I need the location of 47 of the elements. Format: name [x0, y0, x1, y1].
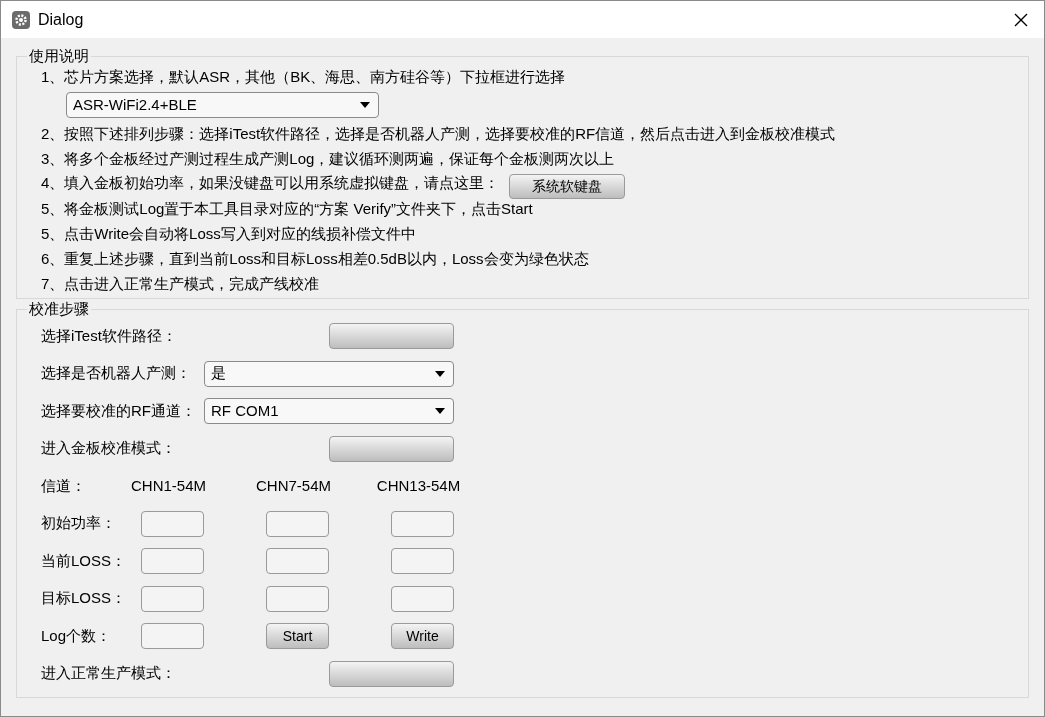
virtual-keyboard-button[interactable]: 系统软键盘 — [509, 174, 626, 199]
dropdown-arrow-icon — [435, 408, 445, 414]
group-title: 使用说明 — [28, 48, 90, 64]
input-field[interactable] — [141, 548, 204, 574]
close-icon[interactable] — [1014, 12, 1028, 27]
field-label: 选择是否机器人产测： — [41, 363, 192, 384]
instruction-text: 5、点击Write会自动将Loss写入到对应的线损补偿文件中 — [41, 224, 417, 244]
dropdown-arrow-icon — [360, 102, 370, 108]
input-field[interactable] — [266, 585, 329, 612]
input-field[interactable] — [266, 510, 329, 537]
input-field[interactable] — [141, 623, 204, 649]
instruction-text: 3、将多个金板经过产测过程生成产测Log，建议循环测两遍，保证每个金板测两次以上 — [41, 149, 616, 169]
field-label: 进入金板校准模式： — [41, 438, 177, 459]
action-button[interactable] — [329, 660, 454, 687]
input-field[interactable] — [141, 585, 204, 612]
instruction-text: 4、填入金板初始功率，如果没键盘可以用系统虚拟键盘，请点这里： — [41, 173, 500, 194]
gear-icon — [12, 10, 30, 29]
input-field[interactable] — [391, 585, 454, 612]
dropdown-arrow-icon — [435, 370, 445, 377]
write-button[interactable]: Write — [391, 623, 454, 649]
instruction-text: 1、芯片方案选择，默认ASR，其他（BK、海思、南方硅谷等）下拉框进行选择 — [41, 67, 567, 87]
instruction-text: 7、点击进入正常生产模式，完成产线校准 — [41, 274, 321, 294]
field-label: 进入正常生产模式： — [41, 663, 177, 684]
dropdown[interactable]: ASR-WiFi2.4+BLE — [66, 92, 379, 118]
input-field[interactable] — [391, 548, 454, 574]
input-field[interactable] — [391, 510, 454, 537]
dropdown[interactable]: 是 — [204, 360, 454, 387]
dropdown[interactable]: RF COM1 — [204, 398, 454, 424]
field-label: 选择iTest软件路径： — [41, 325, 178, 346]
channel-header: CHN7-54M — [256, 475, 331, 496]
instruction-text: 6、重复上述步骤，直到当前Loss和目标Loss相差0.5dB以内，Loss会变为绿色状态 — [41, 249, 590, 269]
instruction-text: 5、将金板测试Log置于本工具目录对应的“方案 Verify”文件夹下，点击Start — [41, 199, 534, 219]
window-title: Dialog — [38, 9, 84, 30]
group-title: 校准步骤 — [28, 301, 90, 317]
action-button[interactable] — [329, 323, 454, 349]
start-button[interactable]: Start — [266, 623, 329, 649]
field-label: 初始功率： — [41, 513, 117, 534]
input-field[interactable] — [266, 548, 329, 574]
action-button[interactable] — [329, 435, 454, 462]
field-label: Log个数： — [41, 625, 113, 646]
field-label: 选择要校准的RF通道： — [41, 400, 197, 421]
instruction-text: 2、按照下述排列步骤：选择iTest软件路径，选择是否机器人产测，选择要校准的RF信道，然后点击进入到金板校准模式 — [41, 124, 837, 144]
channel-header: CHN13-54M — [376, 475, 461, 496]
field-label: 目标LOSS： — [41, 588, 128, 609]
field-label: 当前LOSS： — [41, 550, 128, 571]
channel-header: CHN1-54M — [131, 475, 206, 496]
input-field[interactable] — [141, 510, 204, 537]
